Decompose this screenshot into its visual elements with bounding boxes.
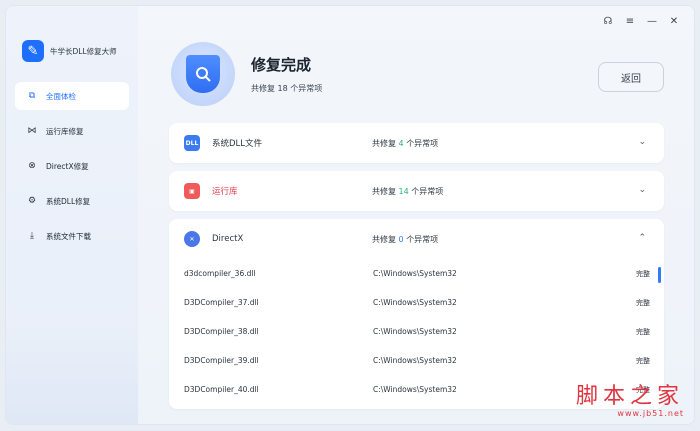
sidebar-item-label: DirectX修复	[46, 161, 89, 171]
result-header: 修复完成 共修复 18 个异常项	[171, 42, 322, 106]
summary-suffix: 个异常项	[411, 186, 444, 196]
chevron-up-icon[interactable]: ⌃	[638, 233, 646, 243]
summary-prefix: 共修复	[251, 84, 275, 93]
section-label: DirectX	[212, 234, 244, 244]
sidebar-item-system-file-download[interactable]: ⤓ 系统文件下载	[15, 222, 129, 250]
file-name: D3DCompiler_37.dll	[184, 298, 259, 307]
minimize-icon[interactable]: —	[646, 16, 658, 27]
runtime-package-icon: ▣	[184, 183, 200, 199]
file-path: C:\Windows\System32	[373, 298, 457, 307]
file-path: C:\Windows\System32	[373, 356, 457, 365]
summary-suffix: 个异常项	[290, 84, 323, 93]
watermark-url: www.jb51.net	[617, 409, 684, 418]
section-summary: 共修复 14 个异常项	[372, 186, 443, 197]
back-button[interactable]: 返回	[598, 62, 664, 92]
main-panel: ☊ ≡ — ✕ 修复完成 共修复 18 个异常项 返回 DLL 系统DLL文件 …	[138, 6, 694, 424]
section-count: 14	[398, 186, 409, 196]
sidebar-item-full-check[interactable]: ⧉ 全面体检	[15, 82, 129, 110]
sidebar: ✎ 牛学长DLL修复大师 ⧉ 全面体检 ⋈ 运行库修复 ⊗ DirectX修复 …	[6, 6, 138, 424]
file-name: D3DCompiler_40.dll	[184, 385, 259, 394]
watermark: 脚本之家 www.jb51.net	[575, 384, 684, 419]
file-name: d3dcompiler_36.dll	[184, 269, 256, 278]
summary-suffix: 个异常项	[406, 234, 439, 244]
sidebar-item-label: 全面体检	[46, 91, 76, 101]
app-window: ✎ 牛学长DLL修复大师 ⧉ 全面体检 ⋈ 运行库修复 ⊗ DirectX修复 …	[5, 5, 695, 425]
directx-icon: ⊗	[28, 161, 36, 171]
sidebar-item-directx-repair[interactable]: ⊗ DirectX修复	[15, 152, 129, 180]
file-status: 完整	[636, 269, 650, 278]
summary-prefix: 共修复	[372, 234, 396, 244]
file-path: C:\Windows\System32	[373, 327, 457, 336]
file-status: 完整	[636, 327, 650, 336]
section-label: 运行库	[212, 187, 238, 197]
close-icon[interactable]: ✕	[668, 16, 680, 27]
directx-x-icon: ✕	[184, 231, 200, 247]
sidebar-item-label: 系统文件下载	[46, 231, 91, 241]
section-count: 0	[398, 234, 404, 244]
repair-summary: 共修复 18 个异常项	[251, 83, 322, 94]
sidebar-item-runtime-repair[interactable]: ⋈ 运行库修复	[15, 117, 129, 145]
pulse-monitor-icon: ⧉	[28, 91, 36, 101]
brand: ✎ 牛学长DLL修复大师	[6, 6, 138, 70]
runtime-icon: ⋈	[27, 126, 37, 136]
summary-suffix: 个异常项	[406, 138, 439, 148]
app-title: 牛学长DLL修复大师	[50, 46, 117, 56]
section-count: 4	[398, 138, 404, 148]
file-status: 完整	[636, 298, 650, 307]
sidebar-nav: ⧉ 全面体检 ⋈ 运行库修复 ⊗ DirectX修复 ⚙ 系统DLL修复 ⤓ 系…	[6, 82, 138, 250]
sidebar-item-label: 运行库修复	[46, 126, 84, 136]
window-controls: ☊ ≡ — ✕	[602, 16, 680, 27]
section-summary: 共修复 4 个异常项	[372, 138, 438, 149]
shield-search-icon	[171, 42, 235, 106]
file-list: d3dcompiler_36.dll C:\Windows\System32 完…	[169, 259, 664, 404]
chevron-down-icon[interactable]: ⌄	[638, 185, 646, 195]
section-system-dll[interactable]: DLL 系统DLL文件 共修复 4 个异常项 ⌄	[169, 123, 664, 163]
chevron-down-icon[interactable]: ⌄	[638, 137, 646, 147]
section-directx-header[interactable]: ✕ DirectX 共修复 0 个异常项 ⌃	[169, 219, 664, 259]
section-summary: 共修复 0 个异常项	[372, 234, 438, 245]
dll-gear-icon: ⚙	[27, 196, 37, 206]
section-label: 系统DLL文件	[212, 139, 263, 149]
list-item: D3DCompiler_39.dll C:\Windows\System32 完…	[169, 346, 664, 375]
summary-prefix: 共修复	[372, 138, 396, 148]
scrollbar-thumb[interactable]	[658, 267, 661, 283]
section-runtime[interactable]: ▣ 运行库 共修复 14 个异常项 ⌄	[169, 171, 664, 211]
dll-file-icon: DLL	[184, 135, 200, 151]
watermark-title: 脚本之家	[575, 384, 684, 409]
sidebar-item-system-dll-repair[interactable]: ⚙ 系统DLL修复	[15, 187, 129, 215]
menu-icon[interactable]: ≡	[624, 16, 636, 27]
file-name: D3DCompiler_38.dll	[184, 327, 259, 336]
file-path: C:\Windows\System32	[373, 269, 457, 278]
file-name: D3DCompiler_39.dll	[184, 356, 259, 365]
file-status: 完整	[636, 356, 650, 365]
list-item: D3DCompiler_37.dll C:\Windows\System32 完…	[169, 288, 664, 317]
sidebar-decoration	[6, 334, 138, 424]
sidebar-item-label: 系统DLL修复	[46, 196, 91, 206]
summary-prefix: 共修复	[372, 186, 396, 196]
app-logo-icon: ✎	[22, 40, 44, 62]
page-title: 修复完成	[251, 56, 312, 74]
download-icon: ⤓	[30, 231, 34, 241]
list-item: d3dcompiler_36.dll C:\Windows\System32 完…	[169, 259, 664, 288]
summary-count: 18	[277, 84, 288, 93]
section-directx: ✕ DirectX 共修复 0 个异常项 ⌃ d3dcompiler_36.dl…	[169, 219, 664, 409]
list-item: D3DCompiler_38.dll C:\Windows\System32 完…	[169, 317, 664, 346]
headset-icon[interactable]: ☊	[602, 16, 614, 27]
